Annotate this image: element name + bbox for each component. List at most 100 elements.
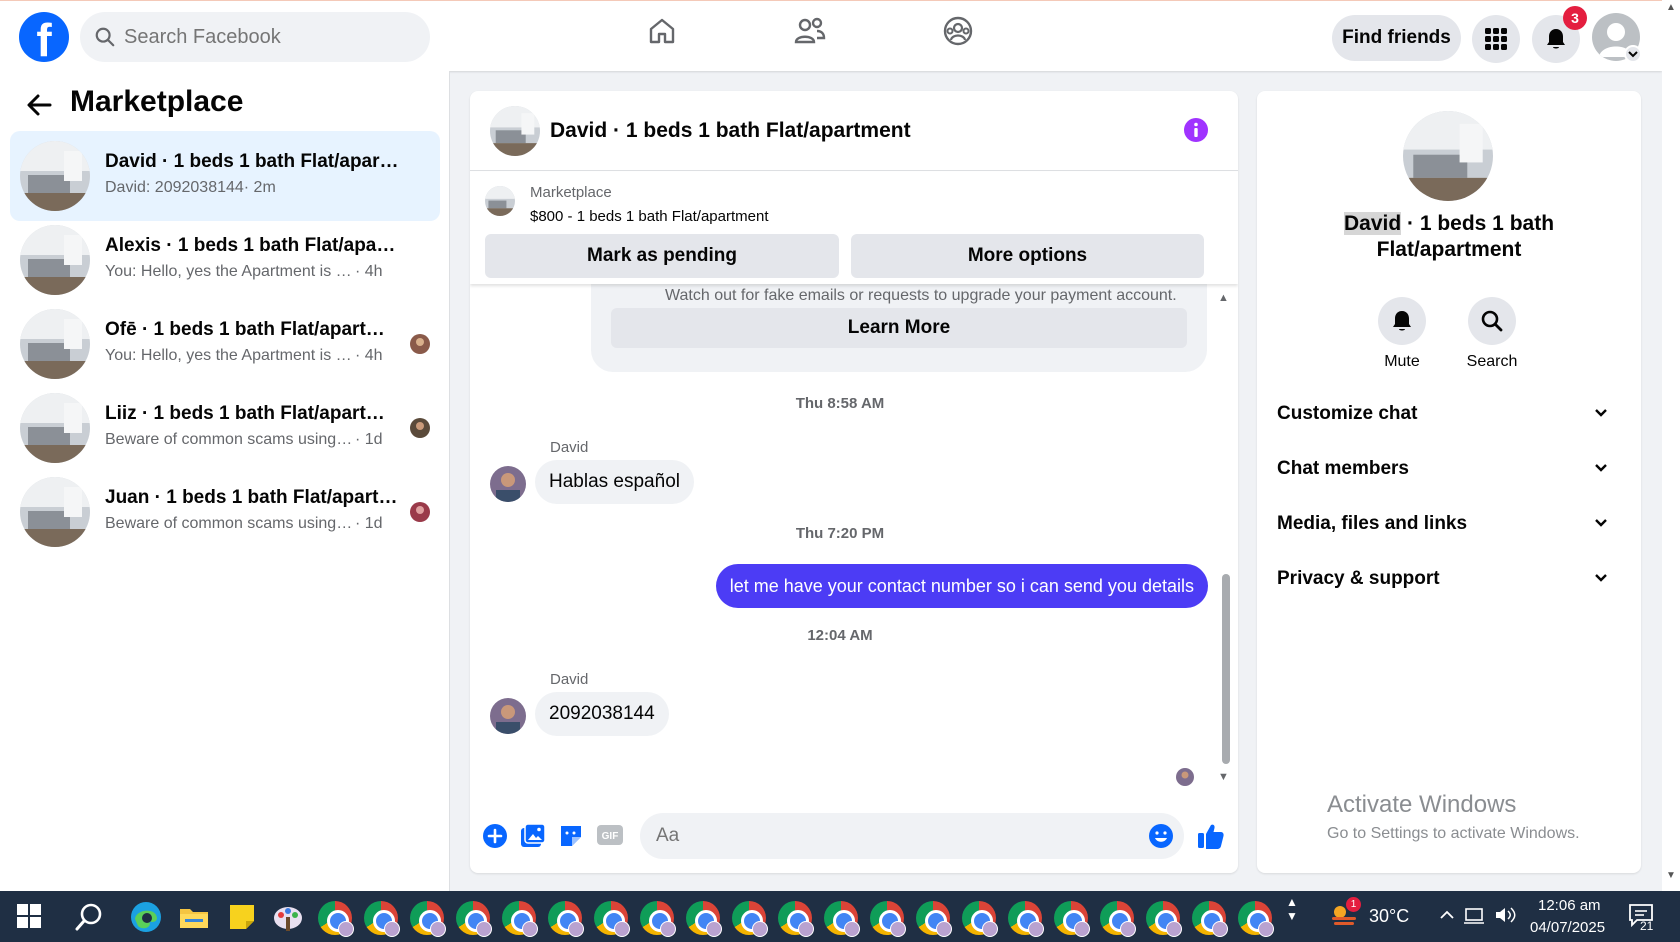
chrome-profile-icon[interactable] [1146,901,1182,937]
listing-description[interactable]: $800 - 1 beds 1 bath Flat/apartment [530,208,768,225]
paint-app-icon[interactable] [272,901,304,933]
clock-date[interactable]: 04/07/2025 [1530,919,1605,936]
sender-avatar[interactable] [490,466,526,502]
clock-time[interactable]: 12:06 am [1538,897,1601,914]
chrome-profile-icon[interactable] [364,901,400,937]
page-title: Marketplace [70,85,244,118]
search-box[interactable] [80,12,430,62]
chrome-profile-icon[interactable] [916,901,952,937]
system-tray-icons[interactable] [1438,905,1518,930]
conversation-preview: You: Hello, yes the Apartment is stil...… [105,347,383,364]
chrome-profile-icon[interactable] [410,901,446,937]
message-input[interactable] [640,813,1184,859]
listing-thumbnail[interactable] [485,186,515,216]
section-label: Privacy & support [1277,568,1440,589]
conversation-name: Liiz · 1 beds 1 bath Flat/apartment [105,403,400,424]
listing-thumbnail[interactable] [1403,111,1493,201]
chrome-profile-icon[interactable] [686,901,722,937]
conversation-item[interactable]: David · 1 beds 1 bath Flat/apartment Dav… [10,131,440,221]
scroll-down-arrow-icon[interactable]: ▼ [1666,870,1676,881]
thread-scrollbar[interactable] [1222,574,1230,764]
chat-members-section[interactable]: Chat members [1277,448,1621,488]
listing-bar: Marketplace $800 - 1 beds 1 bath Flat/ap… [470,172,1238,284]
home-icon[interactable] [646,15,678,47]
chrome-profile-icon[interactable] [1100,901,1136,937]
photo-icon[interactable] [520,823,546,849]
windows-start-icon[interactable] [16,903,48,935]
learn-more-button[interactable]: Learn More [611,308,1187,348]
mute-button[interactable]: Mute [1362,297,1442,371]
chrome-profile-icon[interactable] [640,901,676,937]
chrome-profile-icon[interactable] [1192,901,1228,937]
taskbar-scroll-icon[interactable]: ▲ ▼ [1286,895,1298,923]
conversation-item[interactable]: Juan · 1 beds 1 bath Flat/apartm... Bewa… [10,467,440,557]
conversation-item[interactable]: Alexis · 1 beds 1 bath Flat/apartment Yo… [10,215,440,305]
groups-icon[interactable] [942,15,974,47]
search-icon [1480,309,1504,333]
message-bubble-incoming[interactable]: Hablas español [535,460,694,504]
sticky-notes-icon[interactable] [226,901,258,933]
plus-icon[interactable] [482,823,508,849]
chat-panel: David · 1 beds 1 bath Flat/apartment Mar… [470,91,1238,873]
seen-avatar [410,334,430,354]
chrome-profile-icon[interactable] [962,901,998,937]
chat-title[interactable]: David · 1 beds 1 bath Flat/apartment [550,119,911,143]
conversation-name: Juan · 1 beds 1 bath Flat/apartm... [105,487,400,508]
chrome-profile-icon[interactable] [778,901,814,937]
find-friends-button[interactable]: Find friends [1332,15,1461,61]
file-explorer-icon[interactable] [178,901,210,933]
conversation-preview: David: 2092038144· 2m [105,179,276,196]
chevron-down-icon [1593,570,1609,586]
chrome-profile-icon[interactable] [1054,901,1090,937]
privacy-support-section[interactable]: Privacy & support [1277,558,1621,598]
scroll-up-arrow-icon[interactable]: ▲ [1666,2,1676,13]
back-arrow-icon[interactable] [26,93,52,117]
friends-icon[interactable] [793,15,827,47]
account-chevron-icon[interactable] [1624,45,1642,63]
activate-windows-watermark: Activate Windows Go to Settings to activ… [1327,791,1580,843]
edge-browser-icon[interactable] [130,901,162,933]
conversation-details-panel: David · 1 beds 1 bath Flat/apartment Mut… [1257,91,1641,873]
message-bubble-incoming[interactable]: 2092038144 [535,692,669,736]
chrome-profile-icon[interactable] [1238,901,1274,937]
chrome-profile-icon[interactable] [548,901,584,937]
conversation-name: Alexis · 1 beds 1 bath Flat/apartment [105,235,400,256]
sender-avatar[interactable] [490,698,526,734]
search-input[interactable] [124,12,414,62]
weather-temperature[interactable]: 30°C [1369,906,1409,927]
emoji-icon[interactable] [1148,823,1174,849]
more-options-button[interactable]: More options [851,234,1204,278]
customize-chat-section[interactable]: Customize chat [1277,393,1621,433]
facebook-logo[interactable]: f [19,12,69,62]
chrome-profile-icon[interactable] [1008,901,1044,937]
taskbar-search-icon[interactable] [74,902,106,934]
menu-button[interactable] [1472,15,1520,63]
chrome-profile-icon[interactable] [594,901,630,937]
info-icon[interactable] [1183,117,1209,143]
chrome-profile-icon[interactable] [502,901,538,937]
search-button[interactable]: Search [1452,297,1532,371]
conversation-preview: You: Hello, yes the Apartment is still a… [105,263,383,280]
sticker-icon[interactable] [558,823,584,849]
mark-as-pending-button[interactable]: Mark as pending [485,234,839,278]
conversation-item[interactable]: Liiz · 1 beds 1 bath Flat/apartment Bewa… [10,383,440,473]
thumbs-up-icon[interactable] [1196,821,1226,851]
message-composer: GIF [470,801,1238,873]
message-thread[interactable]: Watch out for fake emails or requests to… [470,284,1238,796]
chrome-profile-icon[interactable] [456,901,492,937]
scroll-down-arrow-icon[interactable]: ▼ [1218,771,1229,783]
listing-thumbnail[interactable] [490,106,540,156]
scroll-up-arrow-icon[interactable]: ▲ [1218,292,1229,304]
seen-avatar [410,502,430,522]
media-files-links-section[interactable]: Media, files and links [1277,503,1621,543]
weather-badge: 1 [1346,897,1361,912]
message-bubble-outgoing[interactable]: let me have your contact number so i can… [715,564,1208,608]
chrome-profile-icon[interactable] [824,901,860,937]
chrome-profile-icon[interactable] [870,901,906,937]
page-scrollbar[interactable]: ▲ ▼ [1662,0,1680,891]
conversation-name: David · 1 beds 1 bath Flat/apartment [105,151,400,172]
conversation-item[interactable]: Ofē · 1 beds 1 bath Flat/apartment You: … [10,299,440,389]
chrome-profile-icon[interactable] [732,901,768,937]
gif-icon[interactable]: GIF [596,823,624,847]
chrome-profile-icon[interactable] [318,901,354,937]
